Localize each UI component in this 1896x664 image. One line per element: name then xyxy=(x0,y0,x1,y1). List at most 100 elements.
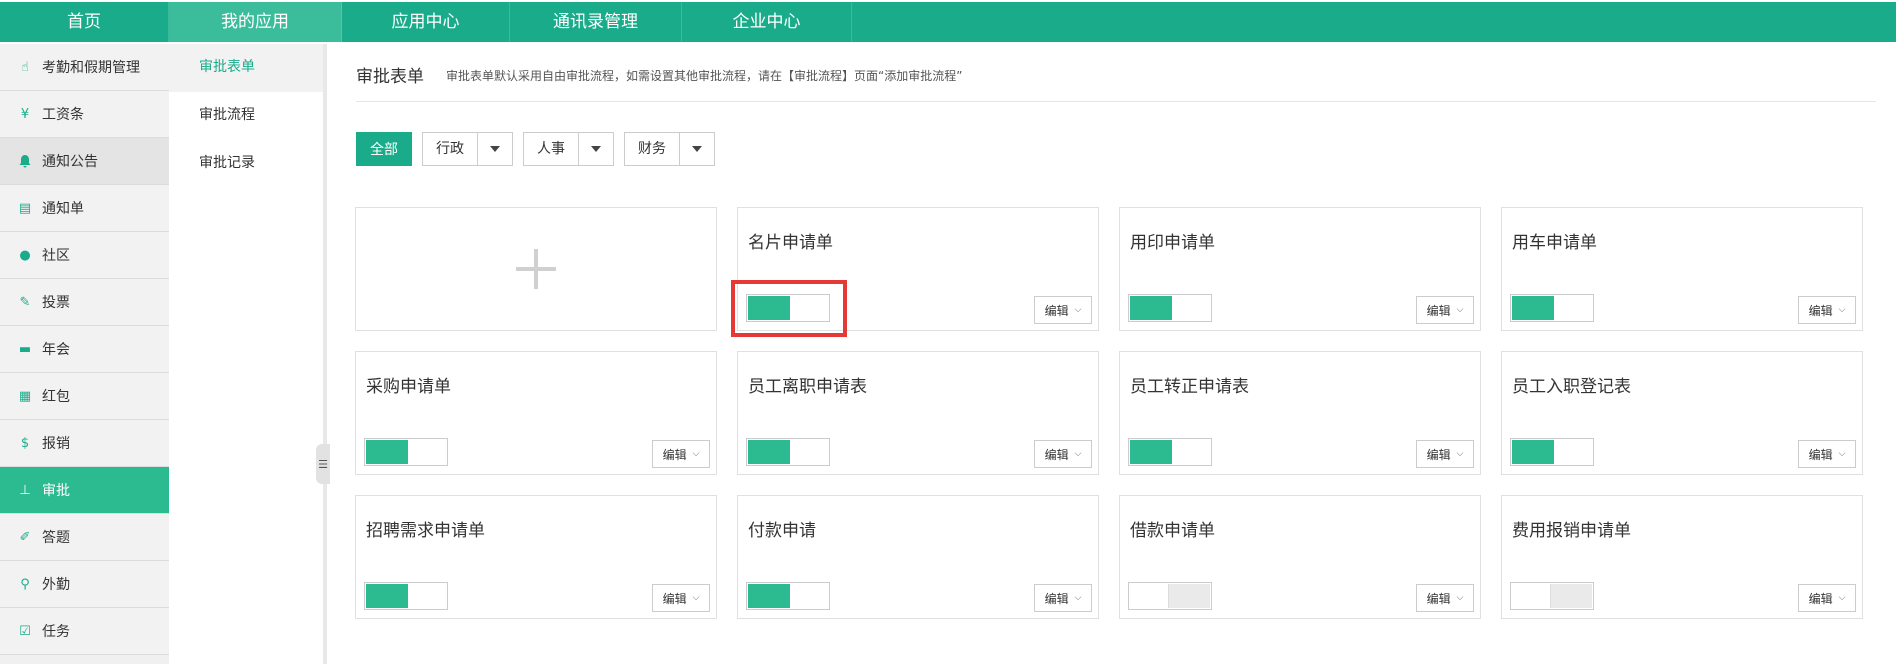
location-icon: ⚲ xyxy=(20,576,30,592)
sidebar-item-label: 工资条 xyxy=(42,107,84,123)
form-card: 名片申请单 编辑 ⌵ xyxy=(737,207,1099,331)
sidebar-item-payslip[interactable]: ¥ 工资条 xyxy=(0,91,169,138)
sidebar-item-annual-meeting[interactable]: ▬ 年会 xyxy=(0,326,169,373)
form-card: 员工转正申请表 编辑 ⌵ xyxy=(1119,351,1481,475)
chevron-down-icon: ⌵ xyxy=(1074,593,1082,603)
filter-hr-dropdown[interactable]: 人事 xyxy=(523,132,614,166)
edit-dropdown[interactable]: 编辑 ⌵ xyxy=(1034,296,1092,324)
sidebar-item-label: 外勤 xyxy=(42,577,70,593)
chat-icon: ● xyxy=(19,247,31,263)
chevron-down-icon: ⌵ xyxy=(1074,449,1082,459)
tab-home[interactable]: 首页 xyxy=(0,2,169,42)
hand-icon: ☝ xyxy=(21,59,29,75)
form-toggle[interactable] xyxy=(364,582,448,610)
main-content: 审批表单 审批表单默认采用自由审批流程，如需设置其他审批流程，请在【审批流程】页… xyxy=(330,44,1896,664)
edit-dropdown[interactable]: 编辑 ⌵ xyxy=(1798,296,1856,324)
chevron-down-icon: ⌵ xyxy=(692,593,700,603)
edit-dropdown[interactable]: 编辑 ⌵ xyxy=(652,440,710,468)
tab-enterprise[interactable]: 企业中心 xyxy=(682,2,852,42)
caret-down-icon[interactable] xyxy=(680,133,714,165)
sidebar: ☝ 考勤和假期管理 ¥ 工资条 通知公告 ▤ 通知单 ● 社区 ✎ 投票 ▬ 年会 ▦ 红包 … xyxy=(0,44,169,664)
form-card: 用印申请单 编辑 ⌵ xyxy=(1119,207,1481,331)
edit-dropdown[interactable]: 编辑 ⌵ xyxy=(1416,296,1474,324)
clipboard-icon: ☑ xyxy=(19,623,31,639)
form-card: 员工入职登记表 编辑 ⌵ xyxy=(1501,351,1863,475)
caret-down-icon[interactable] xyxy=(478,133,512,165)
quiz-icon: ✐ xyxy=(19,529,31,545)
form-name: 费用报销申请单 xyxy=(1512,521,1631,541)
subnav-approval-flow[interactable]: 审批流程 xyxy=(169,92,323,140)
filter-label: 行政 xyxy=(423,133,478,165)
red-envelope-icon: ▦ xyxy=(18,388,32,404)
sidebar-item-label: 报销 xyxy=(42,436,70,452)
edit-dropdown[interactable]: 编辑 ⌵ xyxy=(1034,584,1092,612)
form-toggle[interactable] xyxy=(1510,294,1594,322)
sidebar-item-label: 审批 xyxy=(42,483,70,499)
edit-dropdown[interactable]: 编辑 ⌵ xyxy=(1034,440,1092,468)
sidebar-item-quiz[interactable]: ✐ 答题 xyxy=(0,514,169,561)
form-toggle[interactable] xyxy=(746,582,830,610)
sidebar-item-label: 社区 xyxy=(42,248,70,264)
sidebar-item-task[interactable]: ☑ 任务 xyxy=(0,608,169,655)
form-name: 员工转正申请表 xyxy=(1130,377,1249,397)
chevron-down-icon: ⌵ xyxy=(1456,449,1464,459)
sidebar-item-approval[interactable]: ⊥ 审批 xyxy=(0,467,169,514)
chevron-down-icon: ⌵ xyxy=(1456,593,1464,603)
filter-finance-dropdown[interactable]: 财务 xyxy=(624,132,715,166)
edit-dropdown[interactable]: 编辑 ⌵ xyxy=(1416,440,1474,468)
sidebar-item-field-work[interactable]: ⚲ 外勤 xyxy=(0,561,169,608)
sidebar-item-label: 年会 xyxy=(42,342,70,358)
form-toggle[interactable] xyxy=(1510,438,1594,466)
tab-contacts[interactable]: 通讯录管理 xyxy=(510,2,682,42)
form-toggle[interactable] xyxy=(1128,294,1212,322)
filter-label: 财务 xyxy=(625,133,680,165)
chevron-down-icon: ⌵ xyxy=(1074,305,1082,315)
add-form-card[interactable] xyxy=(355,207,717,331)
edit-dropdown[interactable]: 编辑 ⌵ xyxy=(1416,584,1474,612)
form-toggle[interactable] xyxy=(1128,438,1212,466)
page-title: 审批表单 xyxy=(356,67,424,87)
sidebar-item-label: 红包 xyxy=(42,389,70,405)
collapse-sidebar-handle[interactable]: ☰ xyxy=(316,444,330,484)
edit-dropdown[interactable]: 编辑 ⌵ xyxy=(1798,440,1856,468)
sidebar-item-label: 通知公告 xyxy=(42,154,98,170)
form-toggle[interactable] xyxy=(746,294,830,322)
chevron-down-icon: ⌵ xyxy=(1838,449,1846,459)
tab-my-apps[interactable]: 我的应用 xyxy=(169,2,342,42)
form-card: 用车申请单 编辑 ⌵ xyxy=(1501,207,1863,331)
vote-icon: ✎ xyxy=(19,294,31,310)
form-card: 采购申请单 编辑 ⌵ xyxy=(355,351,717,475)
form-toggle[interactable] xyxy=(746,438,830,466)
subnav-approval-records[interactable]: 审批记录 xyxy=(169,140,323,188)
sidebar-item-reimbursement[interactable]: $ 报销 xyxy=(0,420,169,467)
form-name: 用车申请单 xyxy=(1512,233,1597,253)
sidebar-item-notice[interactable]: ▤ 通知单 xyxy=(0,185,169,232)
form-toggle[interactable] xyxy=(1128,582,1212,610)
page-header: 审批表单 审批表单默认采用自由审批流程，如需设置其他审批流程，请在【审批流程】页… xyxy=(356,62,1876,102)
chevron-down-icon: ⌵ xyxy=(1838,305,1846,315)
sidebar-item-label: 投票 xyxy=(42,295,70,311)
filter-all-button[interactable]: 全部 xyxy=(356,132,412,166)
form-name: 付款申请 xyxy=(748,521,816,541)
edit-dropdown[interactable]: 编辑 ⌵ xyxy=(1798,584,1856,612)
caret-down-icon[interactable] xyxy=(579,133,613,165)
sidebar-item-attendance[interactable]: ☝ 考勤和假期管理 xyxy=(0,44,169,91)
sidebar-item-label: 考勤和假期管理 xyxy=(42,60,140,76)
sidebar-item-community[interactable]: ● 社区 xyxy=(0,232,169,279)
form-name: 员工入职登记表 xyxy=(1512,377,1631,397)
form-name: 用印申请单 xyxy=(1130,233,1215,253)
tab-app-center[interactable]: 应用中心 xyxy=(342,2,510,42)
sidebar-item-announcement[interactable]: 通知公告 xyxy=(0,138,169,185)
document-icon: ▤ xyxy=(18,200,32,216)
edit-dropdown[interactable]: 编辑 ⌵ xyxy=(652,584,710,612)
subnav-approval-forms[interactable]: 审批表单 xyxy=(169,44,323,92)
form-card: 付款申请 编辑 ⌵ xyxy=(737,495,1099,619)
form-toggle[interactable] xyxy=(1510,582,1594,610)
filter-label: 人事 xyxy=(524,133,579,165)
form-name: 采购申请单 xyxy=(366,377,451,397)
form-card: 招聘需求申请单 编辑 ⌵ xyxy=(355,495,717,619)
form-toggle[interactable] xyxy=(364,438,448,466)
filter-admin-dropdown[interactable]: 行政 xyxy=(422,132,513,166)
sidebar-item-red-envelope[interactable]: ▦ 红包 xyxy=(0,373,169,420)
sidebar-item-vote[interactable]: ✎ 投票 xyxy=(0,279,169,326)
